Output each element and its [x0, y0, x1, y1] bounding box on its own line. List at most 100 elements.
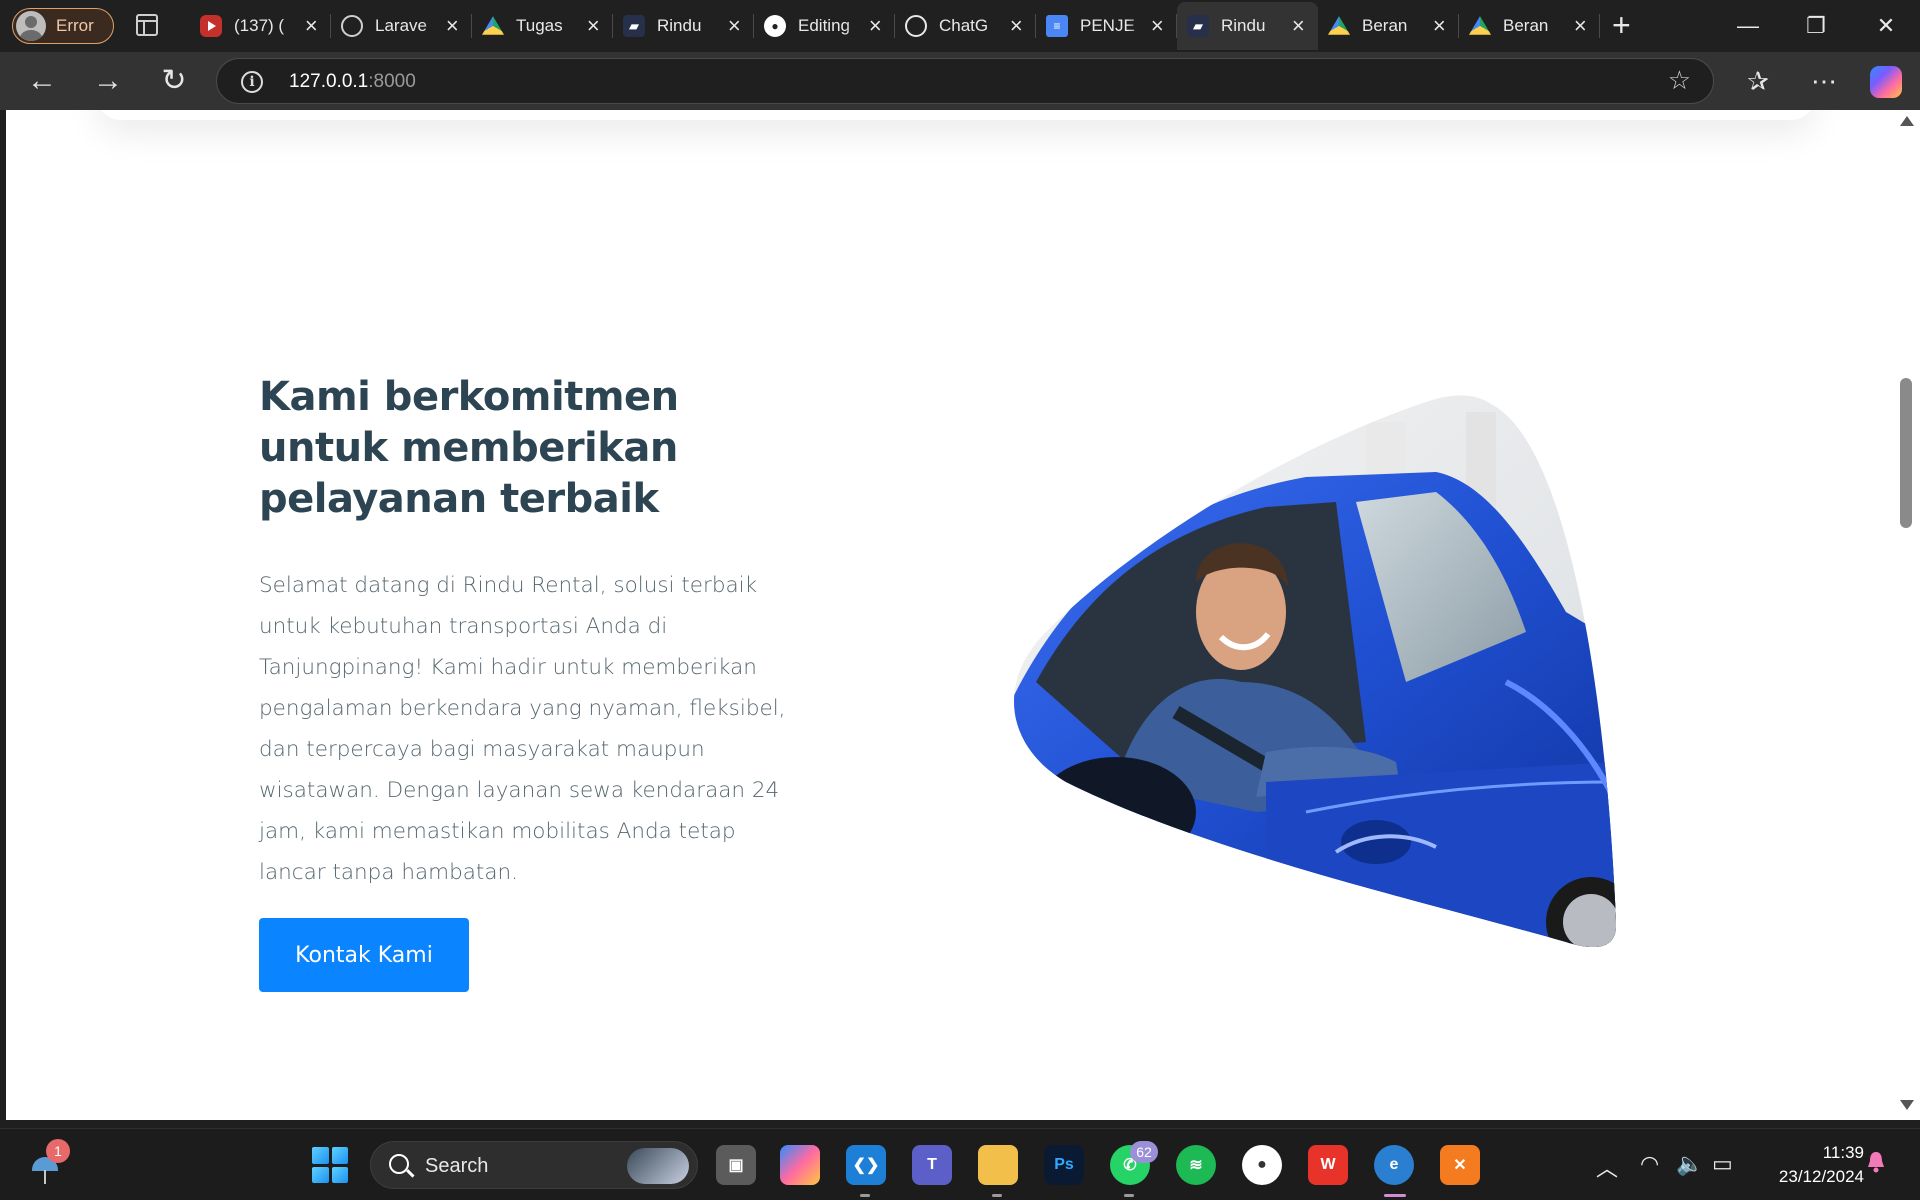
- tab-10[interactable]: Beran ×: [1459, 2, 1600, 50]
- avatar: [16, 11, 46, 41]
- globe-icon: [341, 15, 363, 37]
- tab-8-active[interactable]: ▰ Rindu ×: [1177, 2, 1318, 50]
- edge-icon[interactable]: e: [1374, 1145, 1414, 1197]
- search-highlight-image: [627, 1148, 689, 1184]
- weather-widget[interactable]: 1: [28, 1139, 70, 1184]
- close-icon[interactable]: ×: [584, 15, 603, 37]
- tab-7[interactable]: ≡ PENJE ×: [1036, 2, 1177, 50]
- tab-title: Beran: [1503, 16, 1549, 35]
- scroll-thumb[interactable]: [1900, 378, 1912, 528]
- close-window-icon[interactable]: ✕: [1866, 8, 1906, 44]
- search-label: Search: [425, 1155, 489, 1177]
- tab-title: Tugas: [516, 16, 563, 35]
- section-paragraph: Selamat datang di Rindu Rental, solusi t…: [259, 573, 786, 885]
- new-tab-icon[interactable]: +: [1612, 9, 1631, 41]
- reload-icon[interactable]: ↻: [154, 62, 194, 102]
- tab-title: ChatG: [939, 16, 989, 35]
- page-viewport: Kami berkomitmen untuk memberikan pelaya…: [6, 110, 1892, 1120]
- url-text[interactable]: 127.0.0.1:8000: [289, 71, 416, 93]
- tab-list: (137) ( × Larave × Tugas × ▰ Rindu × ● E…: [190, 2, 1600, 50]
- photoshop-icon[interactable]: Ps: [1044, 1145, 1084, 1185]
- browser-toolbar: ← → ↻ i 127.0.0.1:8000 ☆ ✰ ⋯: [0, 52, 1920, 110]
- hero-car-image: [1013, 395, 1616, 947]
- chrome-remote-icon[interactable]: ●: [1242, 1145, 1282, 1185]
- car-site-icon: ▰: [1187, 15, 1209, 37]
- tab-title: Rindu: [657, 16, 702, 35]
- wps-office-icon[interactable]: W: [1308, 1145, 1348, 1185]
- close-icon[interactable]: ×: [443, 15, 462, 37]
- restore-icon[interactable]: ❐: [1796, 8, 1836, 44]
- github-icon: ●: [764, 15, 786, 37]
- scroll-down-arrow-icon[interactable]: [1900, 1100, 1914, 1110]
- copilot-app-icon[interactable]: [780, 1145, 820, 1185]
- teams-icon[interactable]: T: [912, 1145, 952, 1185]
- taskbar-search[interactable]: Search: [370, 1141, 698, 1189]
- url-port: :8000: [368, 71, 416, 92]
- google-drive-icon: [482, 16, 504, 35]
- google-docs-icon: ≡: [1046, 15, 1068, 37]
- chevron-up-icon[interactable]: ︿: [1596, 1151, 1618, 1183]
- task-view-icon[interactable]: ▣: [716, 1145, 756, 1185]
- section-heading: Kami berkomitmen untuk memberikan pelaya…: [259, 374, 679, 522]
- notification-bell-icon[interactable]: [1866, 1151, 1886, 1173]
- weather-badge: 1: [46, 1139, 70, 1163]
- tab-9[interactable]: Beran ×: [1318, 2, 1459, 50]
- favorite-star-icon[interactable]: ☆: [1668, 65, 1691, 96]
- tab-actions-icon[interactable]: [136, 14, 158, 36]
- tab-title: Editing: [798, 16, 850, 35]
- page-scrollbar[interactable]: [1892, 110, 1920, 1120]
- tab-title: PENJE: [1080, 16, 1135, 35]
- back-arrow-icon[interactable]: ←: [22, 62, 62, 102]
- browser-tab-strip: Error (137) ( × Larave × Tugas × ▰ Rindu…: [0, 0, 1920, 52]
- more-options-icon[interactable]: ⋯: [1804, 62, 1844, 102]
- xampp-icon[interactable]: ✕: [1440, 1145, 1480, 1185]
- file-explorer-icon[interactable]: [978, 1145, 1018, 1197]
- volume-icon[interactable]: 🔈: [1676, 1151, 1703, 1177]
- system-clock[interactable]: 11:39 23/12/2024: [1758, 1141, 1864, 1189]
- tab-1[interactable]: (137) ( ×: [190, 2, 331, 50]
- windows-taskbar: 1 Search ▣ ❮❯ T Ps ✆ 62 ≋ ● W e ✕ ︿ ◠ 🔈 …: [0, 1128, 1920, 1200]
- tab-3[interactable]: Tugas ×: [472, 2, 613, 50]
- address-bar[interactable]: i 127.0.0.1:8000 ☆: [216, 58, 1714, 104]
- search-icon: [389, 1154, 409, 1174]
- close-icon[interactable]: ×: [1289, 15, 1308, 37]
- whatsapp-badge: 62: [1130, 1141, 1158, 1163]
- forward-arrow-icon[interactable]: →: [88, 62, 128, 102]
- close-icon[interactable]: ×: [866, 15, 885, 37]
- battery-icon[interactable]: ▭: [1712, 1151, 1733, 1177]
- car-site-icon: ▰: [623, 15, 645, 37]
- tab-6[interactable]: ChatG ×: [895, 2, 1036, 50]
- tab-title: Beran: [1362, 16, 1408, 35]
- close-icon[interactable]: ×: [1148, 15, 1167, 37]
- scroll-up-arrow-icon[interactable]: [1900, 116, 1914, 126]
- tab-title: (137) (: [234, 16, 285, 35]
- clock-date: 23/12/2024: [1778, 1167, 1864, 1186]
- umbrella-handle: [44, 1170, 46, 1184]
- close-icon[interactable]: ×: [1571, 15, 1590, 37]
- google-drive-icon: [1469, 16, 1491, 35]
- youtube-icon: [200, 15, 222, 37]
- minimize-icon[interactable]: —: [1728, 8, 1768, 44]
- clock-time: 11:39: [1822, 1143, 1864, 1162]
- close-icon[interactable]: ×: [302, 15, 321, 37]
- favorites-icon[interactable]: ✰: [1738, 62, 1778, 102]
- copilot-icon[interactable]: [1870, 66, 1902, 98]
- url-host: 127.0.0.1: [289, 71, 369, 92]
- tab-2[interactable]: Larave ×: [331, 2, 472, 50]
- chatgpt-icon: [905, 15, 927, 37]
- tab-5[interactable]: ● Editing ×: [754, 2, 895, 50]
- close-icon[interactable]: ×: [725, 15, 744, 37]
- profile-button[interactable]: Error: [12, 8, 114, 44]
- close-icon[interactable]: ×: [1430, 15, 1449, 37]
- vscode-icon[interactable]: ❮❯: [846, 1145, 886, 1197]
- windows-start-icon[interactable]: [312, 1147, 348, 1183]
- navbar-shadow: [96, 110, 1816, 120]
- site-info-icon[interactable]: i: [241, 71, 263, 93]
- google-drive-icon: [1328, 16, 1350, 35]
- close-icon[interactable]: ×: [1007, 15, 1026, 37]
- spotify-icon[interactable]: ≋: [1176, 1145, 1216, 1185]
- wifi-icon[interactable]: ◠: [1640, 1151, 1659, 1177]
- tab-4[interactable]: ▰ Rindu ×: [613, 2, 754, 50]
- tab-title: Rindu: [1221, 16, 1266, 35]
- contact-us-button[interactable]: Kontak Kami: [259, 918, 469, 992]
